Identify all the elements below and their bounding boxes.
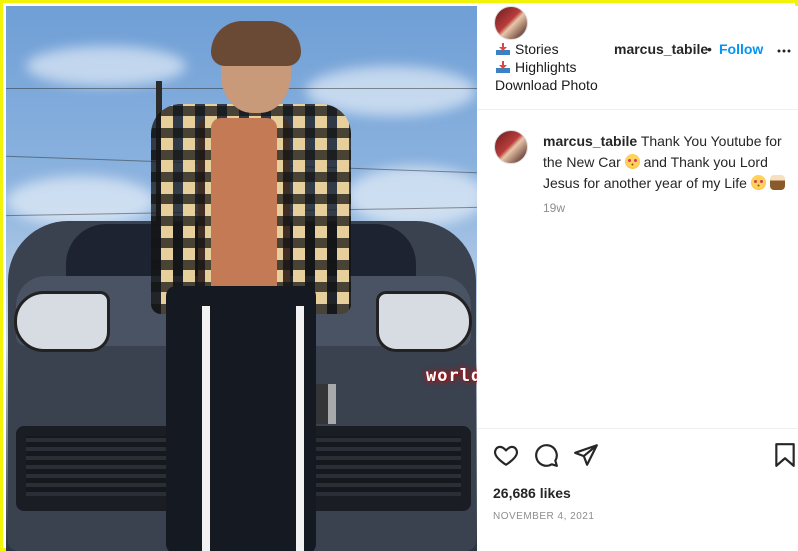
cake-icon xyxy=(769,175,785,190)
header-avatar[interactable] xyxy=(494,6,528,40)
header-username[interactable]: marcus_tabile xyxy=(614,41,708,57)
comment-icon[interactable] xyxy=(533,442,559,468)
sky-cloud xyxy=(26,46,186,86)
smiling-face-with-hearts-icon xyxy=(750,175,766,190)
sky-cloud xyxy=(346,166,477,226)
smiling-face-with-hearts-icon xyxy=(624,154,640,169)
highlights-link[interactable]: Highlights xyxy=(495,58,598,76)
stories-link[interactable]: Stories xyxy=(495,40,598,58)
follow-button[interactable]: Follow xyxy=(719,41,763,57)
download-links: Stories Highlights Download Photo xyxy=(495,40,598,94)
highlights-link-label: Highlights xyxy=(515,59,577,75)
actions-divider xyxy=(477,428,798,429)
car-headlight-left xyxy=(14,291,110,352)
bookmark-icon[interactable] xyxy=(772,442,798,468)
download-icon xyxy=(496,61,510,73)
car-headlight-right xyxy=(376,291,472,352)
person-tshirt-front xyxy=(211,118,277,298)
person-pants xyxy=(166,286,316,551)
header-divider xyxy=(477,109,798,110)
person-hair xyxy=(211,21,301,66)
more-horizontal-icon[interactable] xyxy=(777,44,791,58)
caption-username[interactable]: marcus_tabile xyxy=(543,133,637,149)
download-photo-link[interactable]: Download Photo xyxy=(495,76,598,94)
post-frame: worldtop2.com Stories Highlights xyxy=(0,0,798,551)
caption-text: marcus_tabile Thank You Youtube for the … xyxy=(543,131,793,194)
post-side-panel: Stories Highlights Download Photo marcus… xyxy=(477,6,798,551)
separator-dot: • xyxy=(707,41,712,57)
pants-stripe xyxy=(202,306,210,551)
stories-link-label: Stories xyxy=(515,41,559,57)
likes-count[interactable]: 26,686 likes xyxy=(493,485,571,501)
caption-time-ago[interactable]: 19w xyxy=(543,201,565,215)
download-icon xyxy=(496,43,510,55)
sky-cloud xyxy=(6,176,156,226)
heart-icon[interactable] xyxy=(493,442,519,468)
pants-stripe xyxy=(296,306,304,551)
share-icon[interactable] xyxy=(573,442,599,468)
caption-avatar[interactable] xyxy=(494,130,528,164)
action-bar xyxy=(477,442,798,470)
post-photo[interactable]: worldtop2.com xyxy=(6,6,477,551)
post-date[interactable]: NOVEMBER 4, 2021 xyxy=(493,511,594,522)
watermark-text: worldtop2.com xyxy=(426,366,477,386)
